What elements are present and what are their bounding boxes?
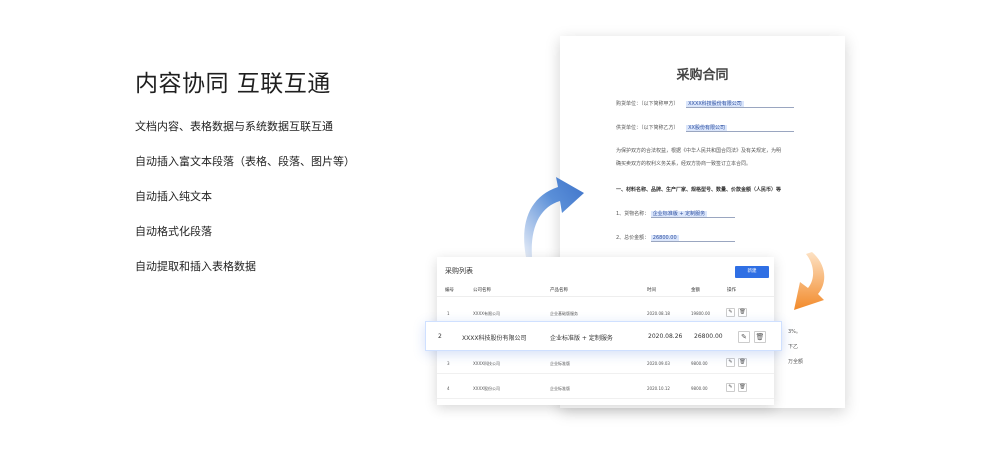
contract-side-text: 3%。	[788, 329, 801, 335]
row-product: 企业标准版	[550, 386, 570, 391]
item1-label: 1、货物名称：	[616, 211, 650, 217]
item1-value: 企业标准版 + 定制服务	[650, 211, 708, 217]
hero-title: 内容协同 互联互通	[135, 71, 331, 97]
row-date: 2020.08.18	[647, 311, 670, 316]
orange-arrow-icon	[794, 252, 825, 310]
blue-arrow-icon	[524, 177, 584, 257]
column-header: 时间	[647, 288, 656, 293]
feature-item: 自动插入纯文本	[135, 190, 212, 203]
buyer-label: 购货单位：（以下简称甲方）	[616, 101, 679, 107]
item1-line: 1、货物名称： 企业标准版 + 定制服务	[616, 210, 735, 218]
row-amount: 26800.00	[694, 333, 723, 340]
edit-icon[interactable]: ✎	[726, 383, 735, 392]
row-id: 1	[447, 311, 450, 316]
selected-table-row[interactable]: 2 XXXX科技股份有限公司 企业标准版 + 定制服务 2020.08.26 2…	[425, 321, 782, 351]
row-company: XXXX科技公司	[473, 361, 500, 366]
row-amount: 9800.00	[691, 386, 708, 391]
row-company: XXXX有限公司	[473, 311, 500, 316]
contract-side-text: 下乙	[788, 344, 799, 350]
row-company: XXXX股份公司	[473, 386, 500, 391]
delete-icon[interactable]: 🗑	[738, 308, 747, 317]
buyer-line: 购货单位：（以下简称甲方） XXXX科技股份有限公司	[616, 100, 795, 108]
delete-icon[interactable]: 🗑	[754, 331, 766, 343]
seller-line: 供货单位：（以下简称乙方） XX股份有限公司	[616, 124, 795, 132]
table-row[interactable]: 4 XXXX股份公司 企业标准版 2020.10.12 9800.00 ✎ 🗑	[437, 377, 774, 399]
row-date: 2020.08.26	[648, 333, 683, 340]
column-header: 产品名称	[550, 288, 568, 293]
row-amount: 19800.00	[691, 311, 711, 316]
feature-item: 自动插入富文本段落（表格、段落、图片等）	[135, 155, 355, 168]
new-button[interactable]: 新建	[735, 266, 769, 278]
column-header: 公司名称	[473, 288, 491, 293]
row-id: 3	[447, 361, 450, 366]
edit-icon[interactable]: ✎	[726, 308, 735, 317]
contract-paragraph-2: 确买卖双方的权利义务关系，经双方协商一致签订立本合同。	[616, 161, 752, 167]
contract-title: 采购合同	[676, 68, 729, 83]
row-amount: 9800.00	[691, 361, 708, 366]
row-product: 企业标准版	[550, 361, 570, 366]
row-date: 2020.09.03	[647, 361, 670, 366]
edit-icon[interactable]: ✎	[738, 331, 750, 343]
contract-paragraph-1: 为保护双方的合法权益，根据《中华人民共和国合同法》及有关规定，为明	[616, 148, 782, 154]
feature-list: 文档内容、表格数据与系统数据互联互通 自动插入富文本段落（表格、段落、图片等） …	[135, 120, 355, 295]
seller-label: 供货单位：（以下简称乙方）	[616, 125, 679, 131]
delete-icon[interactable]: 🗑	[738, 358, 747, 367]
column-header: 操作	[727, 288, 736, 293]
feature-item: 自动提取和插入表格数据	[135, 260, 256, 273]
row-company: XXXX科技股份有限公司	[462, 335, 527, 342]
item2-label: 2、总价金额：	[616, 235, 650, 241]
seller-value: XX股份有限公司	[686, 125, 727, 131]
row-product: 企业基础版服务	[550, 311, 578, 316]
edit-icon[interactable]: ✎	[726, 358, 735, 367]
column-header: 金额	[691, 288, 700, 293]
delete-icon[interactable]: 🗑	[738, 383, 747, 392]
item2-line: 2、总价金额： 26800.00	[616, 234, 735, 242]
table-row[interactable]: 3 XXXX科技公司 企业标准版 2020.09.03 9800.00 ✎ 🗑	[437, 352, 774, 374]
row-date: 2020.10.12	[647, 386, 670, 391]
table-header: 编号 公司名称 产品名称 时间 金额 操作	[437, 283, 774, 297]
column-header: 编号	[445, 288, 454, 293]
feature-item: 自动格式化段落	[135, 225, 212, 238]
contract-side-text: 万全额	[788, 359, 804, 365]
purchase-list-title: 采购列表	[445, 267, 473, 275]
feature-item: 文档内容、表格数据与系统数据互联互通	[135, 120, 333, 133]
row-id: 4	[447, 386, 450, 391]
row-product: 企业标准版 + 定制服务	[550, 335, 613, 342]
item2-value: 26800.00	[650, 235, 679, 241]
contract-section-1: 一、材料名称、品牌、生产厂家、规格型号、数量、价款金额（人民币）等	[616, 187, 782, 193]
buyer-value: XXXX科技股份有限公司	[686, 101, 744, 107]
row-id: 2	[438, 333, 442, 340]
